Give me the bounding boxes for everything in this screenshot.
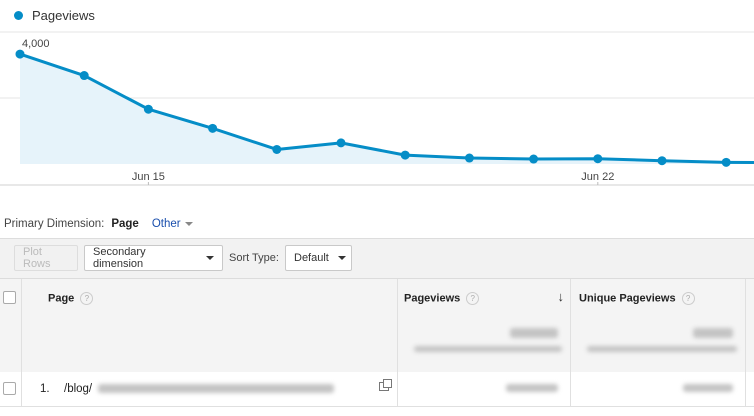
unique-pageviews-total-cell [571,316,746,372]
help-icon[interactable]: ? [80,292,94,305]
data-point [336,138,346,148]
page-column-header[interactable]: Page? [22,279,398,317]
page-header-label: Page [48,292,75,305]
pageviews-header-label: Pageviews [404,292,461,305]
redacted-value [510,328,558,338]
legend-label: Pageviews [32,7,95,23]
data-point [529,154,539,164]
page-path-link[interactable]: /blog/ [64,383,92,395]
sort-descending-icon[interactable]: ↓ [558,289,565,304]
chevron-down-icon [337,256,346,260]
dimension-other-dropdown[interactable]: Other [152,218,193,230]
data-point [593,154,603,164]
data-point [15,49,25,59]
chevron-down-icon [206,256,214,260]
data-point [272,144,282,154]
row-checkbox[interactable] [3,382,16,395]
table-header-row: Page? Pageviews? ↓ Unique Pageviews? [0,278,754,318]
data-point [143,104,153,114]
sort-type-label: Sort Type: [229,252,279,264]
unique-pageviews-cell [571,372,746,406]
data-point [400,150,410,160]
plot-rows-button[interactable]: Plot Rows [14,245,78,271]
data-point [464,153,474,163]
series-area [20,54,754,164]
redacted-value [693,328,733,338]
select-all-checkbox[interactable] [3,291,16,304]
data-point [208,123,218,133]
redacted-value [98,384,334,393]
external-link-icon[interactable] [379,379,392,391]
table-toolbar: Plot Rows Secondary dimension Sort Type:… [0,238,754,279]
data-point [721,157,731,167]
primary-dimension-label: Primary Dimension: [4,218,105,230]
table-row: 1. /blog/ [0,372,754,407]
secondary-dimension-select[interactable]: Secondary dimension [84,245,223,271]
page-cell: 1. /blog/ [22,372,398,406]
unique-pageviews-header-label: Unique Pageviews [579,292,676,305]
select-all-cell [0,279,22,317]
help-icon[interactable]: ? [466,292,480,305]
plot-rows-label: Plot Rows [23,246,51,270]
summary-row [0,316,754,373]
dimension-page[interactable]: Page [111,218,139,230]
x-tick-label: Jun 15 [132,171,165,183]
overflow-column [746,279,754,317]
pageviews-chart: 4,0002,000Jun 15Jun 22 [0,31,754,186]
help-icon[interactable]: ? [681,292,695,305]
redacted-value [414,346,562,352]
pageviews-cell [398,372,571,406]
redacted-value [587,346,737,352]
x-tick-label: Jun 22 [581,171,614,183]
pageviews-total-cell [398,316,571,372]
series-color-dot [14,10,23,20]
dimension-other-label: Other [151,218,181,230]
sort-type-value: Default [294,252,329,264]
redacted-value [506,384,558,392]
chart-legend: Pageviews [14,7,95,23]
primary-dimension-bar: Primary Dimension: Page Other [4,218,193,230]
data-point [657,156,667,166]
data-point [79,71,89,81]
unique-pageviews-column-header[interactable]: Unique Pageviews? [571,279,746,317]
pageviews-column-header[interactable]: Pageviews? ↓ [398,279,571,317]
secondary-dimension-label: Secondary dimension [93,246,146,270]
row-number: 1. [40,383,50,395]
y-tick-label: 4,000 [22,38,50,50]
sort-type-select[interactable]: Default [285,245,352,271]
redacted-value [683,384,733,392]
chevron-down-icon [184,221,193,226]
